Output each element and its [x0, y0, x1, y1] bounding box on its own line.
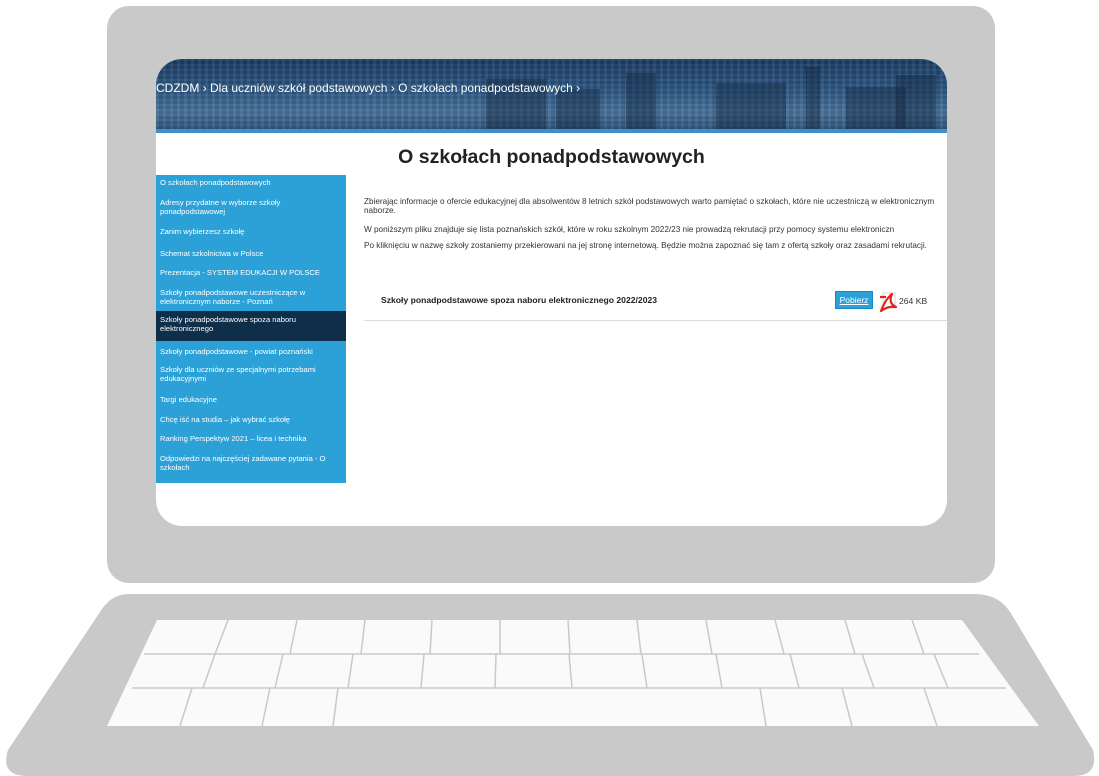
sidebar-item-studia[interactable]: Chcę iść na studia – jak wybrać szkołę [156, 415, 346, 424]
sidebar-item-spoza-naboru[interactable]: Szkoły ponadpodstawowe spoza naboru elek… [156, 311, 346, 341]
sidebar-item-targi[interactable]: Targi edukacyjne [156, 395, 346, 404]
header-banner: CDZDM › Dla uczniów szkół podstawowych ›… [156, 59, 947, 133]
page-title: O szkołach ponadpodstawowych [398, 146, 705, 168]
file-info-paragraph: W poniższym pliku znajduje się lista poz… [364, 225, 895, 234]
pdf-icon[interactable] [878, 291, 898, 313]
sidebar-item-specjalne-potrzeby[interactable]: Szkoły dla uczniów ze specjalnymi potrze… [156, 365, 346, 383]
sidebar-item-prezentacja[interactable]: Prezentacja - SYSTEM EDUKACJI W POLSCE [156, 268, 346, 277]
file-row-divider [364, 320, 947, 321]
sidebar-item-o-szkolach[interactable]: O szkołach ponadpodstawowych [156, 178, 346, 187]
sidebar-item-adresy-przydatne[interactable]: Adresy przydatne w wyborze szkoły ponadp… [156, 198, 346, 216]
redirect-info-paragraph: Po kliknięciu w nazwę szkoły zostaniemy … [364, 241, 927, 250]
banner-accent-line [156, 129, 947, 133]
intro-paragraph: Zbierając informacje o ofercie edukacyjn… [364, 197, 935, 215]
sidebar-nav: O szkołach ponadpodstawowych Adresy przy… [156, 175, 346, 483]
breadcrumb[interactable]: CDZDM › Dla uczniów szkół podstawowych ›… [156, 81, 580, 95]
download-button[interactable]: Pobierz [835, 291, 873, 309]
sidebar-item-powiat-poznanski[interactable]: Szkoły ponadpodstawowe - powiat poznańsk… [156, 347, 346, 356]
browser-screen: CDZDM › Dla uczniów szkół podstawowych ›… [156, 59, 947, 526]
sidebar-item-schemat-szkolnictwa[interactable]: Schemat szkolnictwa w Polsce [156, 249, 346, 258]
file-title: Szkoły ponadpodstawowe spoza naboru elek… [381, 295, 658, 305]
sidebar-item-nabor-elektroniczny[interactable]: Szkoły ponadpodstawowe uczestniczące w e… [156, 288, 346, 306]
file-size: 264 KB [899, 296, 928, 306]
sidebar-item-ranking[interactable]: Ranking Perspektyw 2021 – licea i techni… [156, 434, 346, 443]
sidebar-item-zanim-wybierzesz[interactable]: Zanim wybierzesz szkołę [156, 227, 346, 236]
sidebar-item-faq[interactable]: Odpowiedzi na najczęściej zadawane pytan… [156, 454, 346, 472]
